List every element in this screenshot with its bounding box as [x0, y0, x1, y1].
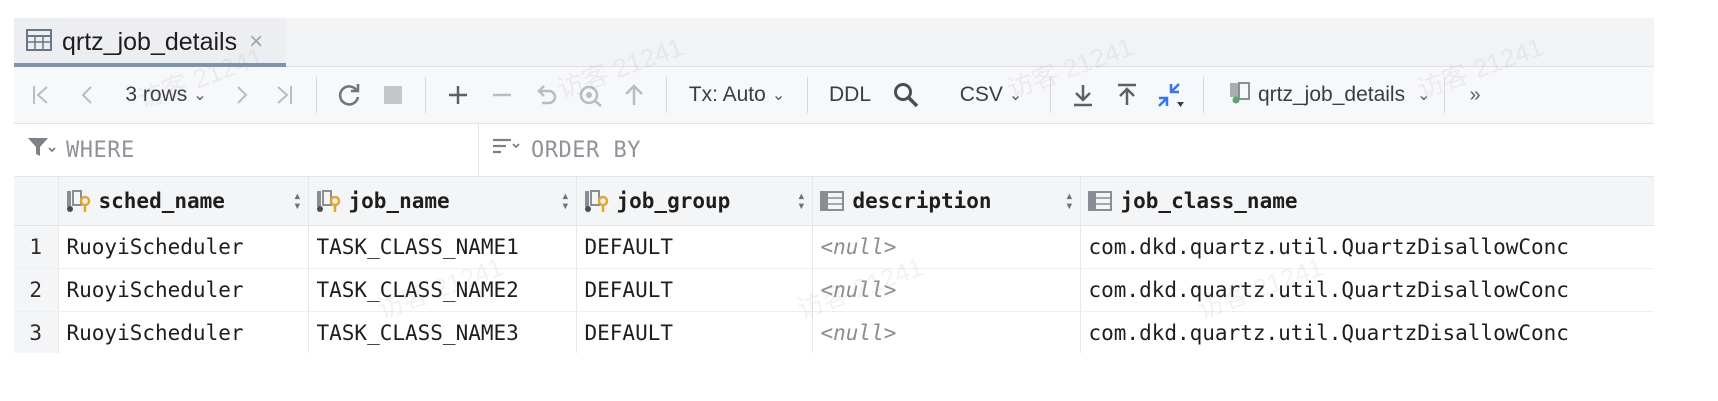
filter-icon — [26, 135, 56, 165]
rows-count-dropdown[interactable]: 3 rows ⌄ — [110, 75, 222, 115]
results-grid: sched_name ▴ ▾ job_name ▴ ▾ job_group ▴ … — [14, 177, 1654, 353]
transaction-mode-label: Tx: Auto — [688, 83, 766, 106]
cell-job-group[interactable]: DEFAULT — [576, 268, 813, 312]
tab-title: qrtz_job_details — [62, 27, 238, 56]
toolbar-separator — [807, 77, 808, 113]
datasource-dropdown[interactable]: qrtz_job_details ⌄ — [1214, 75, 1434, 115]
compare-icon[interactable] — [1149, 75, 1193, 115]
cell-sched-name[interactable]: RuoyiScheduler — [58, 225, 309, 269]
sort-arrows-icon[interactable]: ▴ ▾ — [293, 189, 301, 213]
column-icon — [819, 189, 847, 213]
primary-key-column-icon — [65, 189, 93, 213]
previous-page-icon[interactable] — [64, 75, 110, 115]
column-name: description — [852, 188, 992, 213]
rows-count-label: 3 rows — [125, 83, 188, 106]
toolbar-separator — [666, 77, 667, 113]
table-row[interactable]: 2 RuoyiScheduler TASK_CLASS_NAME2 DEFAUL… — [14, 268, 1654, 312]
more-icon[interactable]: » — [1455, 75, 1495, 115]
refresh-icon[interactable] — [327, 75, 371, 115]
download-icon[interactable] — [1061, 75, 1105, 115]
toolbar-separator — [425, 77, 426, 113]
toolbar-separator — [1203, 77, 1204, 113]
header-row: sched_name ▴ ▾ job_name ▴ ▾ job_group ▴ … — [14, 177, 1654, 226]
cell-job-name[interactable]: TASK_CLASS_NAME3 — [308, 311, 577, 353]
close-icon[interactable]: × — [249, 28, 263, 56]
orderby-label: ORDER BY — [531, 137, 641, 163]
primary-key-column-icon — [583, 189, 611, 213]
view-changes-icon[interactable] — [568, 75, 612, 115]
row-number: 3 — [14, 311, 59, 353]
datasource-label: qrtz_job_details — [1258, 83, 1406, 106]
cell-job-group[interactable]: DEFAULT — [576, 311, 813, 353]
cell-job-class-name[interactable]: com.dkd.quartz.util.QuartzDisallowConc — [1080, 225, 1654, 269]
table-row[interactable]: 1 RuoyiScheduler TASK_CLASS_NAME1 DEFAUL… — [14, 225, 1654, 269]
column-name: job_group — [616, 188, 731, 213]
column-header-job-class-name[interactable]: job_class_name — [1080, 177, 1654, 226]
sort-lines-icon — [491, 135, 521, 165]
row-number: 2 — [14, 268, 59, 312]
export-format-label: CSV — [959, 83, 1003, 106]
column-header-sched-name[interactable]: sched_name ▴ ▾ — [58, 177, 309, 226]
chevron-down-icon: ⌄ — [1008, 87, 1023, 104]
data-editor: qrtz_job_details × 3 rows ⌄ Tx: Auto ⌄ D… — [14, 18, 1654, 353]
tab-qrtz-job-details[interactable]: qrtz_job_details × — [14, 18, 286, 67]
row-number-header — [14, 177, 59, 226]
chevron-down-icon: ⌄ — [1417, 87, 1431, 104]
sort-arrows-icon[interactable]: ▴ ▾ — [797, 189, 805, 213]
sort-arrows-icon[interactable]: ▴ ▾ — [1065, 189, 1073, 213]
revert-icon[interactable] — [524, 75, 568, 115]
column-name: sched_name — [98, 188, 225, 213]
cell-description[interactable]: <null> — [812, 311, 1081, 353]
first-page-icon[interactable] — [18, 75, 64, 115]
sort-arrows-icon[interactable]: ▴ ▾ — [561, 189, 569, 213]
ddl-label: DDL — [828, 83, 871, 106]
toolbar-separator — [316, 77, 317, 113]
upload-icon[interactable] — [1105, 75, 1149, 115]
cell-description[interactable]: <null> — [812, 225, 1081, 269]
cell-job-class-name[interactable]: com.dkd.quartz.util.QuartzDisallowConc — [1080, 268, 1654, 312]
add-row-icon[interactable] — [436, 75, 480, 115]
search-icon[interactable] — [882, 75, 930, 115]
export-format-dropdown[interactable]: CSV ⌄ — [942, 75, 1040, 115]
transaction-mode-dropdown[interactable]: Tx: Auto ⌄ — [677, 75, 797, 115]
row-number: 1 — [14, 225, 59, 269]
next-page-icon[interactable] — [222, 75, 262, 115]
cell-job-name[interactable]: TASK_CLASS_NAME2 — [308, 268, 577, 312]
ddl-button[interactable]: DDL — [818, 75, 882, 115]
cell-job-group[interactable]: DEFAULT — [576, 225, 813, 269]
table-icon — [26, 28, 52, 56]
column-icon — [1087, 189, 1115, 213]
where-label: WHERE — [66, 137, 135, 163]
chevron-down-icon: ⌄ — [771, 87, 786, 104]
cell-description[interactable]: <null> — [812, 268, 1081, 312]
cell-sched-name[interactable]: RuoyiScheduler — [58, 268, 309, 312]
stop-icon[interactable] — [371, 75, 415, 115]
column-name: job_class_name — [1120, 188, 1298, 213]
primary-key-column-icon — [315, 189, 343, 213]
chevron-down-icon: ⌄ — [193, 87, 207, 104]
toolbar-separator — [1444, 77, 1445, 113]
table-row[interactable]: 3 RuoyiScheduler TASK_CLASS_NAME3 DEFAUL… — [14, 311, 1654, 353]
where-filter-field[interactable]: WHERE — [14, 124, 479, 176]
orderby-field[interactable]: ORDER BY — [479, 135, 641, 165]
delete-row-icon[interactable] — [480, 75, 524, 115]
column-header-job-group[interactable]: job_group ▴ ▾ — [576, 177, 813, 226]
toolbar-separator — [1050, 77, 1051, 113]
tab-bar: qrtz_job_details × — [14, 18, 1654, 67]
cell-job-class-name[interactable]: com.dkd.quartz.util.QuartzDisallowConc — [1080, 311, 1654, 353]
submit-icon[interactable] — [612, 75, 656, 115]
column-name: job_name — [348, 188, 450, 213]
column-header-description[interactable]: description ▴ ▾ — [812, 177, 1081, 226]
column-header-job-name[interactable]: job_name ▴ ▾ — [308, 177, 577, 226]
cell-job-name[interactable]: TASK_CLASS_NAME1 — [308, 225, 577, 269]
last-page-icon[interactable] — [262, 75, 306, 115]
cell-sched-name[interactable]: RuoyiScheduler — [58, 311, 309, 353]
database-table-icon — [1228, 80, 1254, 111]
toolbar: 3 rows ⌄ Tx: Auto ⌄ DDL CSV ⌄ qrtz_job_d… — [14, 67, 1654, 124]
filter-bar: WHERE ORDER BY — [14, 124, 1654, 177]
